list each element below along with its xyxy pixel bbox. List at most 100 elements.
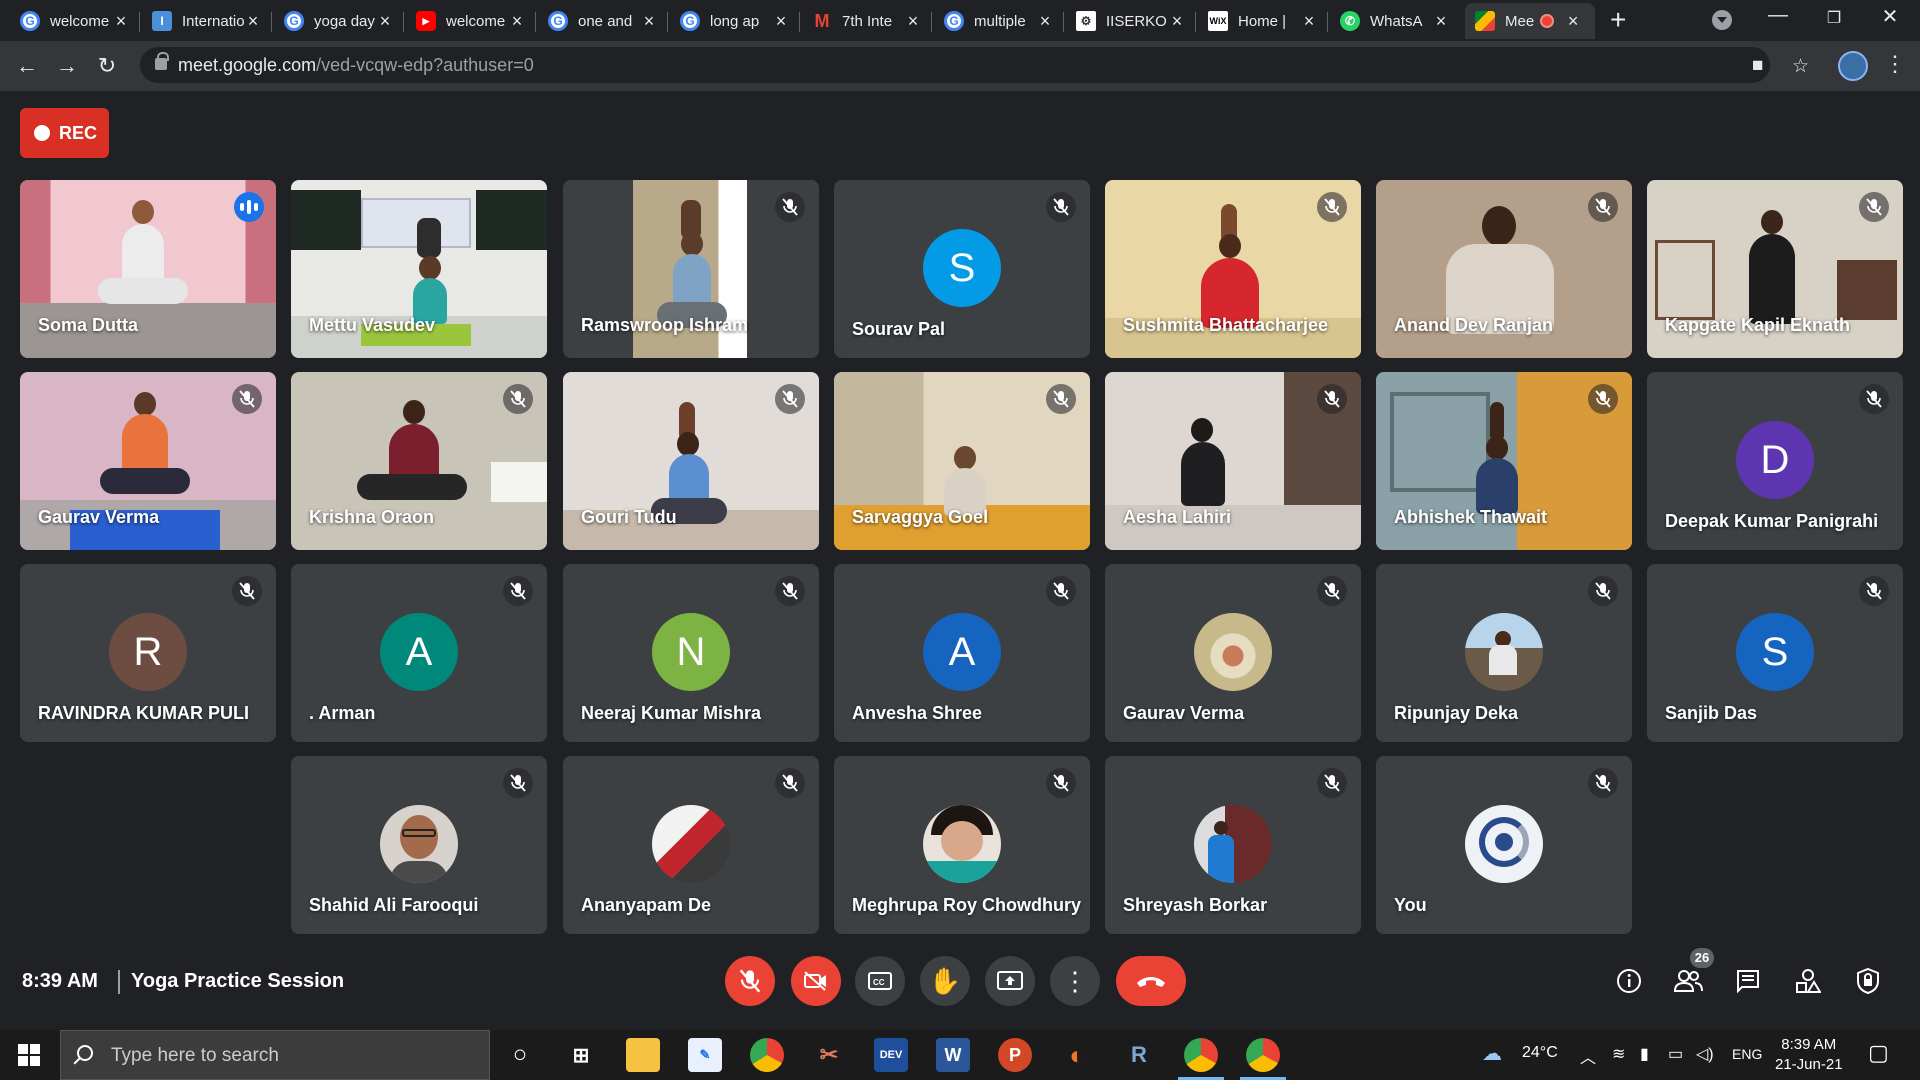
participant-tile[interactable]: Krishna Oraon	[291, 372, 547, 550]
battery-icon[interactable]: ▭	[1668, 1044, 1683, 1064]
camera-in-use-icon[interactable]: ■	[1752, 55, 1763, 77]
paint-icon[interactable]: ✎	[688, 1038, 722, 1072]
meeting-details-button[interactable]	[1612, 964, 1646, 998]
close-icon[interactable]: ×	[376, 11, 394, 32]
more-options-button[interactable]: ⋮	[1050, 956, 1100, 1006]
present-button[interactable]	[985, 956, 1035, 1006]
weather-temperature[interactable]: 24°C	[1522, 1044, 1558, 1062]
taskbar-clock[interactable]: 8:39 AM 21-Jun-21	[1775, 1035, 1843, 1075]
browser-tab[interactable]: ⚙ IISERKO ×	[1066, 3, 1196, 39]
close-icon[interactable]: ×	[1036, 11, 1054, 32]
reload-icon[interactable]: ↻	[92, 51, 122, 81]
participant-tile[interactable]: Meghrupa Roy Chowdhury	[834, 756, 1090, 934]
browser-tab[interactable]: G long ap ×	[670, 3, 800, 39]
browser-tab[interactable]: G one and ×	[538, 3, 668, 39]
microphone-in-use-icon[interactable]: ▮	[1640, 1044, 1649, 1064]
participant-tile[interactable]: Ramswroop Ishram	[563, 180, 819, 358]
word-icon[interactable]: W	[936, 1038, 970, 1072]
chat-button[interactable]	[1731, 964, 1765, 998]
participant-tile[interactable]: Gaurav Verma	[1105, 564, 1361, 742]
participant-tile[interactable]: Ripunjay Deka	[1376, 564, 1632, 742]
notifications-icon[interactable]: ▢	[1868, 1040, 1889, 1066]
participant-tile[interactable]: S Sanjib Das	[1647, 564, 1903, 742]
participant-tile[interactable]: Shahid Ali Farooqui	[291, 756, 547, 934]
browser-tab[interactable]: G multiple ×	[934, 3, 1064, 39]
address-bar[interactable]: meet.google.com/ved-vcqw-edp?authuser=0 …	[140, 47, 1809, 83]
participant-tile[interactable]: Ananyapam De	[563, 756, 819, 934]
close-icon[interactable]: ×	[1300, 11, 1318, 32]
mic-toggle-button[interactable]	[725, 956, 775, 1006]
browser-tab[interactable]: G welcome ×	[10, 3, 140, 39]
browser-tab[interactable]: I International ×	[142, 3, 272, 39]
close-icon[interactable]: ×	[244, 11, 262, 32]
participant-tile[interactable]: Abhishek Thawait	[1376, 372, 1632, 550]
task-view-icon[interactable]: ⊞	[564, 1038, 598, 1072]
participant-tile[interactable]: Mettu Vasudev	[291, 180, 547, 358]
participant-tile[interactable]: A . Arman	[291, 564, 547, 742]
wifi-icon[interactable]: ≋	[1612, 1044, 1625, 1064]
tab-search-icon[interactable]	[1712, 10, 1732, 30]
participant-tile[interactable]: Gouri Tudu	[563, 372, 819, 550]
host-controls-button[interactable]	[1851, 964, 1885, 998]
participant-tile[interactable]: D Deepak Kumar Panigrahi	[1647, 372, 1903, 550]
browser-tab[interactable]: G yoga day ×	[274, 3, 404, 39]
close-icon[interactable]: ×	[640, 11, 658, 32]
browser-tab[interactable]: ✆ WhatsA ×	[1330, 3, 1460, 39]
participant-tile[interactable]: S Sourav Pal	[834, 180, 1090, 358]
chrome-icon[interactable]	[750, 1038, 784, 1072]
participant-tile[interactable]: A Anvesha Shree	[834, 564, 1090, 742]
new-tab-button[interactable]: +	[1610, 6, 1626, 34]
close-icon[interactable]: ×	[1168, 11, 1186, 32]
participant-tile[interactable]: R RAVINDRA KUMAR PULI	[20, 564, 276, 742]
weather-icon[interactable]: ☁	[1482, 1041, 1502, 1066]
r-studio-icon[interactable]: R	[1122, 1038, 1156, 1072]
chrome-window-icon[interactable]	[1178, 1038, 1224, 1080]
lock-icon[interactable]	[155, 52, 169, 70]
participant-tile[interactable]: Gaurav Verma	[20, 372, 276, 550]
browser-tab[interactable]: WiX Home | ×	[1198, 3, 1328, 39]
browser-tab[interactable]: M 7th Inte ×	[802, 3, 932, 39]
restore-icon[interactable]: ❐	[1814, 8, 1854, 28]
participant-tile[interactable]: Sarvaggya Goel	[834, 372, 1090, 550]
close-icon[interactable]: ×	[904, 11, 922, 32]
participant-tile[interactable]: Sushmita Bhattacharjee	[1105, 180, 1361, 358]
taskbar-search-box[interactable]: Type here to search	[60, 1030, 490, 1080]
browser-tab-active[interactable]: Mee ×	[1465, 3, 1595, 39]
bookmark-star-icon[interactable]: ☆	[1792, 55, 1809, 78]
profile-avatar[interactable]	[1838, 51, 1868, 81]
participant-tile[interactable]: N Neeraj Kumar Mishra	[563, 564, 819, 742]
captions-button[interactable]: CC	[855, 956, 905, 1006]
raise-hand-button[interactable]: ✋	[920, 956, 970, 1006]
participant-tile[interactable]: Kapgate Kapil Eknath	[1647, 180, 1903, 358]
input-language[interactable]: ENG	[1732, 1046, 1762, 1062]
back-icon[interactable]: ←	[12, 51, 42, 81]
leave-call-button[interactable]	[1116, 956, 1186, 1006]
minimize-icon[interactable]: —	[1758, 4, 1798, 27]
participant-tile[interactable]: Anand Dev Ranjan	[1376, 180, 1632, 358]
volume-icon[interactable]: ◁)	[1696, 1044, 1714, 1064]
forward-icon[interactable]: →	[52, 51, 82, 81]
participant-tile[interactable]: Shreyash Borkar	[1105, 756, 1361, 934]
participant-tile[interactable]: You	[1376, 756, 1632, 934]
close-icon[interactable]: ×	[112, 11, 130, 32]
jupyter-icon[interactable]: ◐	[1060, 1038, 1094, 1072]
cortana-icon[interactable]: ○	[503, 1038, 537, 1072]
windows-start-icon[interactable]	[18, 1044, 40, 1066]
chrome-menu-icon[interactable]: ⋮	[1884, 51, 1906, 77]
dev-cpp-icon[interactable]: DEV	[874, 1038, 908, 1072]
powerpoint-icon[interactable]: P	[998, 1038, 1032, 1072]
close-icon[interactable]: ×	[1432, 11, 1450, 32]
participant-tile[interactable]: Soma Dutta	[20, 180, 276, 358]
activities-button[interactable]	[1791, 964, 1825, 998]
close-icon[interactable]: ×	[1564, 11, 1582, 32]
close-window-icon[interactable]: ✕	[1870, 4, 1910, 29]
camera-toggle-button[interactable]	[791, 956, 841, 1006]
people-button[interactable]	[1671, 964, 1705, 998]
file-explorer-icon[interactable]	[626, 1038, 660, 1072]
show-hidden-icons-icon[interactable]: ︿	[1580, 1044, 1596, 1068]
chrome-profile-icon[interactable]	[1240, 1038, 1286, 1080]
participant-tile[interactable]: Aesha Lahiri	[1105, 372, 1361, 550]
close-icon[interactable]: ×	[508, 11, 526, 32]
close-icon[interactable]: ×	[772, 11, 790, 32]
snip-tool-icon[interactable]: ✂	[812, 1038, 846, 1072]
